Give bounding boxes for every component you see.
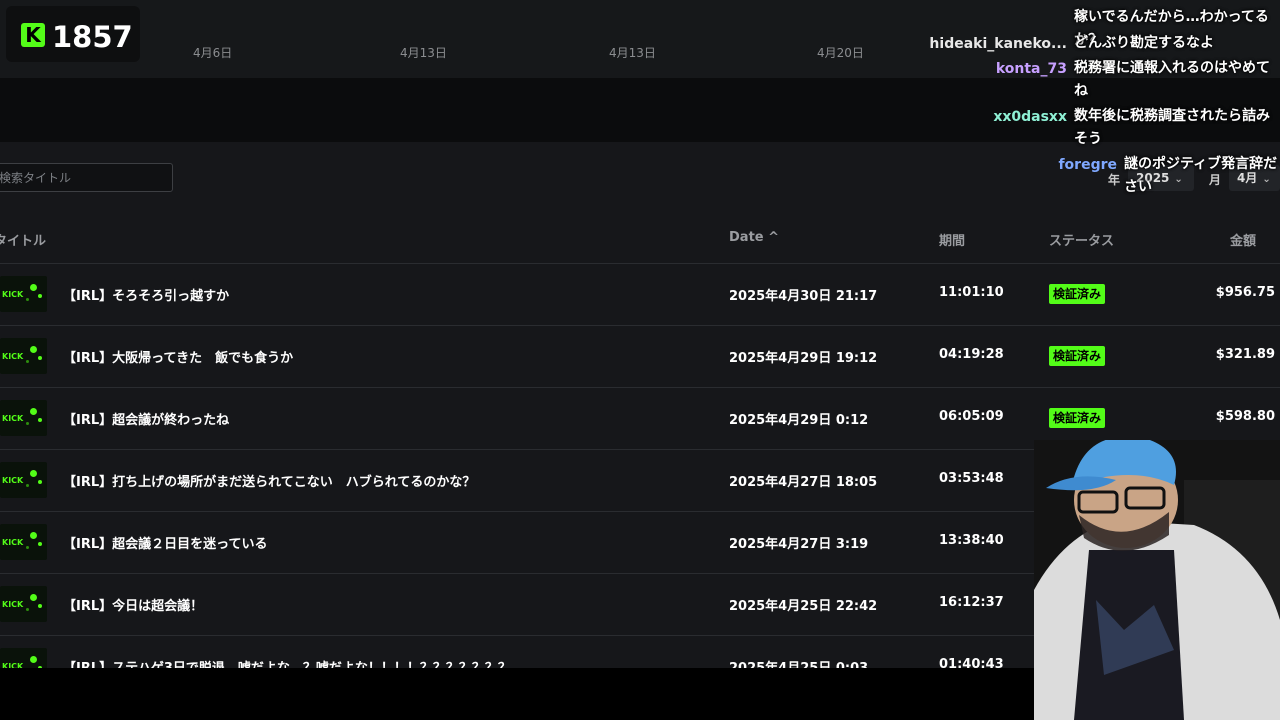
- thumbnail-decoration: [30, 656, 37, 663]
- stream-thumbnail[interactable]: KICK: [0, 586, 47, 622]
- stream-duration: 04:19:28: [939, 347, 1004, 362]
- stream-duration: 06:05:09: [939, 409, 1004, 424]
- thumbnail-decoration: [26, 360, 29, 363]
- stream-date: 2025年4月27日 3:19: [729, 537, 869, 552]
- chat-message: 税務署に通報入れるのはやめてね: [1074, 60, 1270, 99]
- thumbnail-decoration: [38, 356, 42, 360]
- thumbnail-decoration: [30, 346, 37, 353]
- column-header-date[interactable]: Date ^: [729, 230, 779, 245]
- stream-thumbnail[interactable]: KICK: [0, 276, 47, 312]
- stream-duration: 16:12:37: [939, 595, 1004, 610]
- status-badge: 検証済み: [1049, 346, 1106, 366]
- stream-title[interactable]: 【IRL】今日は超会議！: [63, 595, 203, 614]
- year-label: 年: [1108, 173, 1121, 187]
- chat-username: konta_73: [995, 61, 1067, 77]
- thumbnail-kick-text: KICK: [2, 352, 24, 361]
- search-input[interactable]: 検索タイトル: [0, 163, 173, 192]
- thumbnail-decoration: [30, 470, 37, 477]
- stream-thumbnail[interactable]: KICK: [0, 462, 47, 498]
- stream-date: 2025年4月25日 22:42: [729, 599, 878, 614]
- column-header-title[interactable]: タイトル: [0, 230, 46, 249]
- thumbnail-decoration: [38, 542, 42, 546]
- thumbnail-decoration: [38, 294, 42, 298]
- stream-date: 2025年4月29日 0:12: [729, 413, 869, 428]
- chat-username: foregre: [1058, 157, 1117, 173]
- axis-date-label: 4月6日: [193, 46, 233, 60]
- chat-message: 数年後に税務調査されたら詰みそう: [1074, 108, 1270, 147]
- stream-amount: $598.80: [1215, 409, 1275, 424]
- thumbnail-decoration: [38, 480, 42, 484]
- thumbnail-kick-text: KICK: [2, 538, 24, 547]
- stream-amount: $321.89: [1215, 347, 1275, 362]
- thumbnail-decoration: [30, 532, 37, 539]
- stream-title[interactable]: 【IRL】超会議が終わったね: [63, 409, 229, 428]
- thumbnail-kick-text: KICK: [2, 476, 24, 485]
- thumbnail-decoration: [30, 408, 37, 415]
- chat-username: xx0dasxx: [993, 109, 1067, 125]
- stream-title[interactable]: 【IRL】超会議２日目を迷っている: [63, 533, 267, 552]
- column-header-amount[interactable]: 金額: [1230, 230, 1256, 249]
- stream-title[interactable]: 【IRL】大阪帰ってきた 飯でも食うか: [63, 347, 293, 366]
- stream-date: 2025年4月29日 19:12: [729, 351, 878, 366]
- stream-amount: $956.75: [1215, 285, 1275, 300]
- stream-thumbnail[interactable]: KICK: [0, 400, 47, 436]
- kick-logo-icon: K: [21, 23, 45, 47]
- stream-thumbnail[interactable]: KICK: [0, 524, 47, 560]
- axis-date-label: 4月20日: [817, 46, 864, 60]
- stream-title[interactable]: 【IRL】打ち上げの場所がまだ送られてこない ハブられてるのかな？: [63, 471, 475, 490]
- stream-duration: 13:38:40: [939, 533, 1004, 548]
- column-header-status[interactable]: ステータス: [1049, 230, 1114, 249]
- thumbnail-decoration: [26, 484, 29, 487]
- streamer-image: [1034, 440, 1280, 720]
- status-badge: 検証済み: [1049, 284, 1106, 304]
- column-header-duration[interactable]: 期間: [939, 230, 965, 249]
- webcam-feed: [1034, 440, 1280, 720]
- stream-frame: 4月6日 4月13日 4月13日 4月20日 検索タイトル 年 2025 ⌄ 月 …: [0, 0, 1280, 720]
- status-badge: 検証済み: [1049, 408, 1106, 428]
- stream-duration: 03:53:48: [939, 471, 1004, 486]
- thumbnail-decoration: [26, 298, 29, 301]
- stream-date: 2025年4月27日 18:05: [729, 475, 878, 490]
- axis-date-label: 4月13日: [609, 46, 656, 60]
- axis-date-label: 4月13日: [400, 46, 447, 60]
- thumbnail-decoration: [26, 608, 29, 611]
- chat-message: どんぶり勘定するなよ: [1074, 35, 1214, 51]
- thumbnail-kick-text: KICK: [2, 290, 24, 299]
- thumbnail-decoration: [30, 284, 37, 291]
- thumbnail-decoration: [38, 604, 42, 608]
- thumbnail-decoration: [26, 546, 29, 549]
- chat-message: 謎のポジティブ発言辞ださい: [1124, 156, 1278, 195]
- stream-duration: 11:01:10: [939, 285, 1004, 300]
- thumbnail-decoration: [38, 418, 42, 422]
- stream-date: 2025年4月30日 21:17: [729, 289, 878, 304]
- viewer-count-overlay: K 1857: [6, 6, 140, 62]
- stream-title[interactable]: 【IRL】そろそろ引っ越すか: [63, 285, 229, 304]
- thumbnail-kick-text: KICK: [2, 600, 24, 609]
- stream-thumbnail[interactable]: KICK: [0, 338, 47, 374]
- thumbnail-kick-text: KICK: [2, 414, 24, 423]
- thumbnail-decoration: [26, 422, 29, 425]
- thumbnail-decoration: [30, 594, 37, 601]
- viewer-count: 1857: [52, 20, 133, 54]
- chat-username: hideaki_kaneko...: [929, 36, 1067, 52]
